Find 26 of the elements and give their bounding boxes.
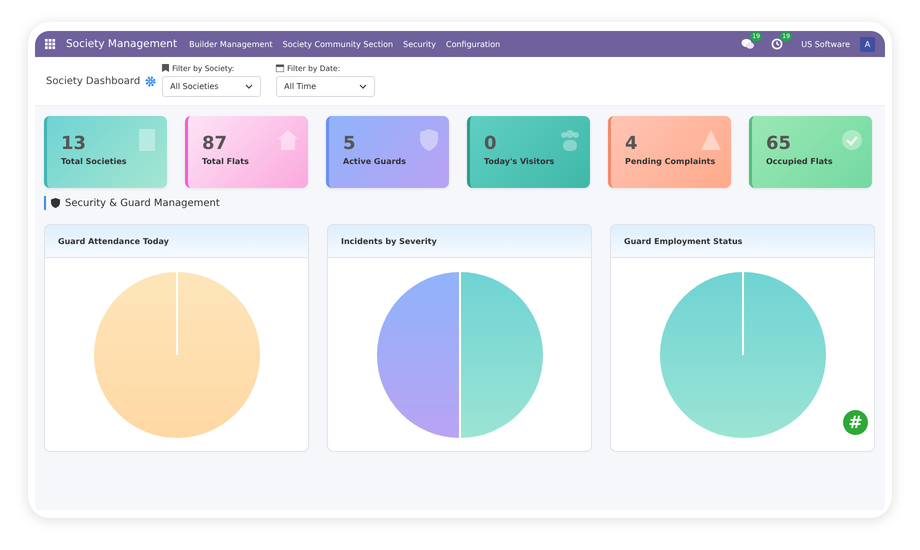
stat-label: Total Societies (61, 157, 128, 166)
menu-item[interactable]: Society Community Section (282, 40, 394, 48)
page-title: Society Dashboard (46, 76, 140, 86)
user-avatar[interactable]: A (860, 36, 875, 52)
stat-value: 65 (766, 134, 792, 154)
stat-label: Today's Visitors (484, 157, 556, 166)
menu-item[interactable]: Builder Management (189, 40, 273, 48)
menu-item[interactable]: Security (403, 40, 436, 48)
stat-value: 5 (343, 134, 356, 154)
stat-value: 13 (61, 134, 86, 154)
stat-value: 87 (202, 134, 228, 154)
brand-link[interactable]: Society Management (66, 38, 178, 50)
filter-dropdown[interactable]: All Time (276, 76, 376, 96)
chart-title: Guard Attendance Today (58, 236, 169, 246)
stat-label: Pending Complaints (625, 157, 716, 166)
stat-value: 0 (484, 134, 497, 154)
stat-label: Occupied Flats (766, 157, 834, 166)
chart-title: Guard Employment Status (624, 236, 742, 246)
chart-title: Incidents by Severity (341, 236, 437, 246)
menu-item[interactable]: Configuration (446, 40, 500, 48)
stat-value: 4 (625, 134, 638, 154)
section-title: Security & Guard Management (65, 198, 220, 208)
filter-dropdown[interactable]: All Societies (162, 76, 262, 96)
company-name[interactable]: US Software (801, 40, 850, 48)
stat-label: Active Guards (343, 157, 408, 166)
stat-label: Total Flats (202, 157, 250, 166)
